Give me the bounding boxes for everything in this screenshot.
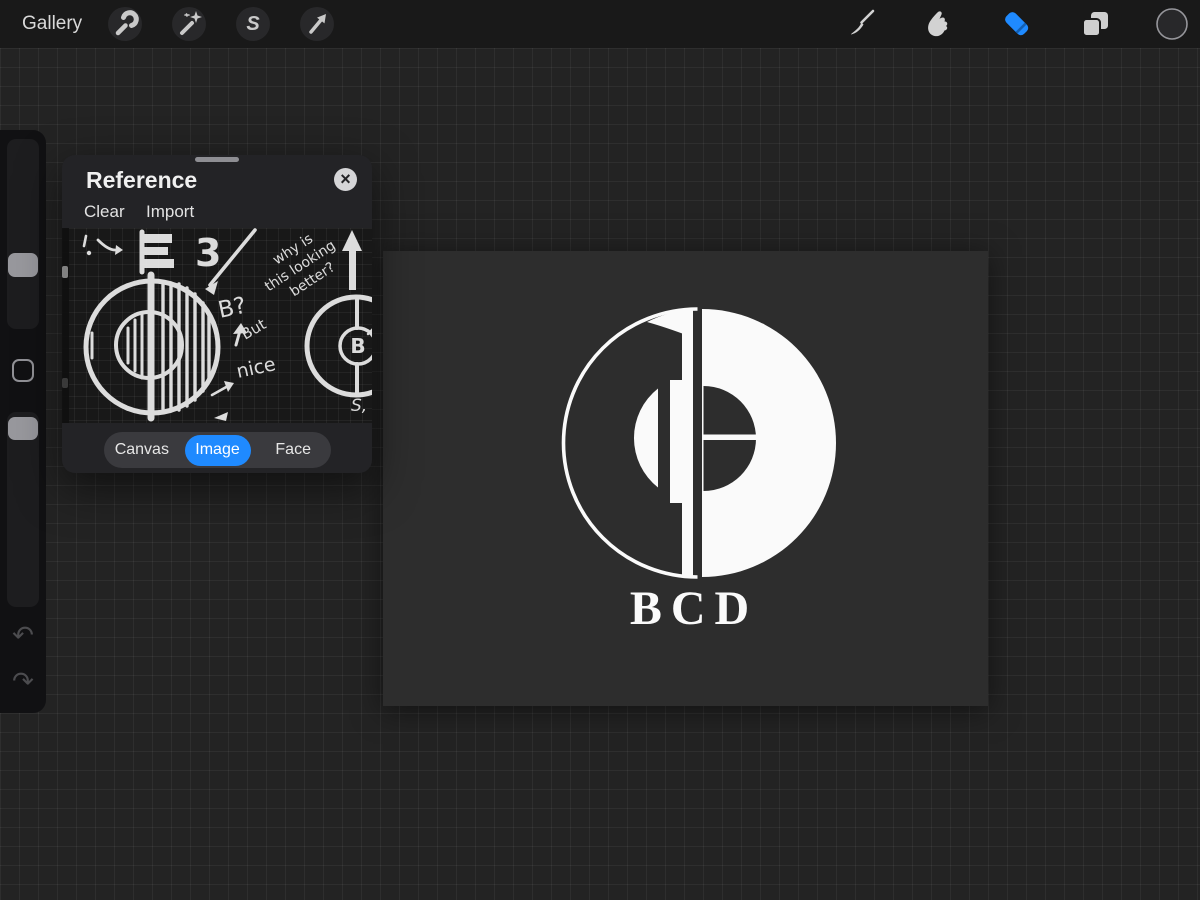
tab-canvas[interactable]: Canvas <box>104 432 180 468</box>
reference-panel[interactable]: Reference × Clear Import <box>62 155 372 473</box>
transform-button[interactable] <box>300 7 334 41</box>
import-button[interactable]: Import <box>146 202 194 222</box>
tab-image-selected[interactable]: Image <box>180 432 256 468</box>
smudge-button[interactable] <box>921 7 955 41</box>
layers-button[interactable] <box>1078 7 1112 41</box>
bcd-logo-artwork: BCD <box>383 251 988 706</box>
sketch-b-letter: B <box>350 334 365 358</box>
eraser-button-selected[interactable] <box>1000 7 1034 41</box>
adjustments-button[interactable] <box>172 7 206 41</box>
brush-size-slider-handle[interactable] <box>8 253 38 277</box>
reference-panel-title: Reference <box>86 167 197 194</box>
selection-s-icon: S <box>246 13 259 36</box>
brush-button[interactable] <box>845 7 879 41</box>
gallery-button[interactable]: Gallery <box>22 0 82 48</box>
eraser-icon <box>1000 7 1034 41</box>
reference-mode-tabs: Canvas Image Face <box>104 432 331 468</box>
redo-icon: ↷ <box>12 667 34 697</box>
redo-button[interactable]: ↷ <box>0 669 46 695</box>
wrench-icon <box>108 7 142 41</box>
opacity-slider-handle[interactable] <box>8 417 38 440</box>
sketch-number: 3 <box>195 231 221 275</box>
sidebar: ↶ ↷ <box>0 130 46 713</box>
brush-size-slider[interactable] <box>7 139 39 329</box>
close-button[interactable]: × <box>334 168 357 191</box>
transform-arrow-icon <box>300 7 334 41</box>
opacity-slider[interactable] <box>7 412 39 607</box>
sketch-b-question: B? <box>216 293 249 324</box>
modify-button[interactable] <box>12 359 34 382</box>
logo-text: BCD <box>630 582 758 635</box>
sketch-nice: nice <box>234 353 277 383</box>
undo-icon: ↶ <box>12 621 34 651</box>
drawing-canvas[interactable]: BCD <box>383 251 988 706</box>
sketch-handwriting: why is this looking better? <box>252 228 348 310</box>
drag-handle[interactable] <box>195 157 239 162</box>
reference-image[interactable]: 3 B? But nice why is this looking better… <box>62 228 372 423</box>
brush-icon <box>845 7 879 41</box>
selection-button[interactable]: S <box>236 7 270 41</box>
layers-icon <box>1078 7 1112 41</box>
smudge-finger-icon <box>921 7 955 41</box>
tab-face[interactable]: Face <box>255 432 331 468</box>
current-color-swatch <box>1155 7 1189 41</box>
actions-button[interactable] <box>108 7 142 41</box>
close-icon: × <box>340 169 351 189</box>
clear-button[interactable]: Clear <box>84 202 125 222</box>
color-button[interactable] <box>1155 7 1189 41</box>
reference-sketch: 3 B? But nice why is this looking better… <box>62 228 372 423</box>
top-toolbar: Gallery S <box>0 0 1200 48</box>
undo-button[interactable]: ↶ <box>0 623 46 649</box>
sketch-s-note: S, <box>351 396 367 416</box>
magic-wand-icon <box>172 7 206 41</box>
